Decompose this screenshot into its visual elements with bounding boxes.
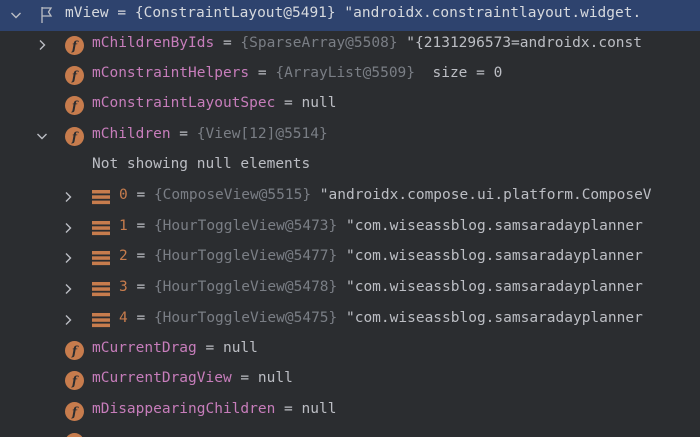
element-index: 2 <box>119 248 128 264</box>
tree-row-mview[interactable]: mView = {ConstraintLayout@5491} "android… <box>0 0 700 31</box>
row-text: mConstraintLayoutSpec = null <box>92 95 336 111</box>
chevron-right-icon[interactable] <box>60 220 76 236</box>
tree-row-mchildren[interactable]: f mChildren = {View[12]@5514} <box>0 121 700 152</box>
tree-row-mdisappearingchildren[interactable]: f mDisappearingChildren = null <box>0 396 700 427</box>
object-ref: {SparseArray@5508} <box>240 35 398 51</box>
tree-row-element-4[interactable]: 4 = {HourToggleView@5475} "com.wiseassbl… <box>0 305 700 336</box>
chevron-down-icon[interactable] <box>8 7 24 23</box>
value-string: size = 0 <box>415 65 503 81</box>
object-ref: {HourToggleView@5475} <box>153 310 338 326</box>
variable-name: mConstraintHelpers <box>92 65 250 81</box>
object-ref: {ArrayList@5509} <box>275 65 416 81</box>
array-element-icon <box>92 312 110 328</box>
array-element-icon <box>92 281 110 297</box>
variable-name: mView <box>65 5 109 21</box>
element-index: 3 <box>119 279 128 295</box>
tree-row-mconstraintlayoutspec[interactable]: f mConstraintLayoutSpec = null <box>0 90 700 121</box>
field-icon: f <box>65 36 84 55</box>
tree-row-mcurrentdragview[interactable]: f mCurrentDragView = null <box>0 365 700 396</box>
field-icon: f <box>65 341 84 360</box>
value-null: null <box>257 370 293 386</box>
value-null: null <box>222 340 258 356</box>
value-string: "androidx.compose.ui.platform.ComposeV <box>311 187 652 203</box>
variables-tree: mView = {ConstraintLayout@5491} "android… <box>0 0 700 437</box>
variable-name: mDisappearingChildren <box>92 401 276 417</box>
array-element-icon <box>92 250 110 266</box>
equals: = <box>231 370 258 386</box>
element-index: 0 <box>119 187 128 203</box>
value-string: "{2131296573=androidx.const <box>397 35 642 51</box>
object-ref: {HourToggleView@5477} <box>153 248 338 264</box>
equals: = <box>170 126 197 142</box>
row-text: 4 = {HourToggleView@5475} "com.wiseassbl… <box>119 310 643 326</box>
field-icon: f <box>65 127 84 146</box>
row-text: 3 = {HourToggleView@5478} "com.wiseassbl… <box>119 279 643 295</box>
variable-name: mCurrentDrag <box>92 340 197 356</box>
equals: = <box>108 5 135 21</box>
array-element-icon <box>92 189 110 205</box>
equals: = <box>127 310 154 326</box>
field-icon: f <box>65 402 84 421</box>
field-icon: f <box>65 96 84 115</box>
variable-name: mConstraintLayoutSpec <box>92 95 276 111</box>
equals: = <box>249 65 276 81</box>
value-string: "com.wiseassblog.samsaradayplanner <box>337 218 643 234</box>
tree-row-element-2[interactable]: 2 = {HourToggleView@5477} "com.wiseassbl… <box>0 243 700 274</box>
object-ref: {HourToggleView@5473} <box>153 218 338 234</box>
object-ref: {ConstraintLayout@5491} <box>134 5 336 21</box>
variable-name: mCurrentDragView <box>92 370 232 386</box>
value-null: null <box>301 401 337 417</box>
variable-name: mChildrenByIds <box>92 35 215 51</box>
tree-row-element-1[interactable]: 1 = {HourToggleView@5473} "com.wiseassbl… <box>0 213 700 244</box>
row-text: mView = {ConstraintLayout@5491} "android… <box>65 5 641 21</box>
variable-name: mChildren <box>92 126 171 142</box>
object-ref: {View[12]@5514} <box>196 126 328 142</box>
row-text: mChildren = {View[12]@5514} <box>92 126 328 142</box>
equals: = <box>127 279 154 295</box>
equals: = <box>275 95 302 111</box>
chevron-right-icon[interactable] <box>60 312 76 328</box>
equals: = <box>196 340 223 356</box>
element-index: 1 <box>119 218 128 234</box>
tree-row-mcurrentdrag[interactable]: f mCurrentDrag = null <box>0 335 700 366</box>
row-text: 2 = {HourToggleView@5477} "com.wiseassbl… <box>119 248 643 264</box>
not-showing-null-note: Not showing null elements <box>92 156 311 172</box>
value-string: "com.wiseassblog.samsaradayplanner <box>337 310 643 326</box>
chevron-right-icon[interactable] <box>34 37 50 53</box>
chevron-right-icon[interactable] <box>60 281 76 297</box>
tree-row-element-3[interactable]: 3 = {HourToggleView@5478} "com.wiseassbl… <box>0 274 700 305</box>
chevron-down-icon[interactable] <box>34 128 50 144</box>
flag-icon <box>39 6 55 24</box>
value-string: "com.wiseassblog.samsaradayplanner <box>337 248 643 264</box>
row-text: mDisappearingChildren = null <box>92 401 336 417</box>
equals: = <box>127 248 154 264</box>
tree-row-mconstrainthelpers[interactable]: f mConstraintHelpers = {ArrayList@5509} … <box>0 60 700 91</box>
value-null: null <box>301 95 337 111</box>
equals: = <box>127 187 154 203</box>
row-text: 1 = {HourToggleView@5473} "com.wiseassbl… <box>119 218 643 234</box>
row-text: mCurrentDrag = null <box>92 340 258 356</box>
tree-row-element-0[interactable]: 0 = {ComposeView@5515} "androidx.compose… <box>0 182 700 213</box>
tree-row-mchildrenbyids[interactable]: f mChildrenByIds = {SparseArray@5508} "{… <box>0 30 700 61</box>
tree-row-partial[interactable]: f <box>0 427 700 437</box>
equals: = <box>275 401 302 417</box>
row-text: 0 = {ComposeView@5515} "androidx.compose… <box>119 187 652 203</box>
value-string: "androidx.constraintlayout.widget. <box>335 5 642 21</box>
equals: = <box>127 218 154 234</box>
equals: = <box>214 35 241 51</box>
array-element-icon <box>92 220 110 236</box>
chevron-right-icon[interactable] <box>60 250 76 266</box>
tree-row-note: Not showing null elements <box>0 151 700 182</box>
object-ref: {ComposeView@5515} <box>153 187 312 203</box>
field-icon: f <box>65 371 84 390</box>
object-ref: {HourToggleView@5478} <box>153 279 338 295</box>
value-string: "com.wiseassblog.samsaradayplanner <box>337 279 643 295</box>
row-text: mConstraintHelpers = {ArrayList@5509} si… <box>92 65 502 81</box>
row-text: mCurrentDragView = null <box>92 370 293 386</box>
element-index: 4 <box>119 310 128 326</box>
chevron-right-icon[interactable] <box>60 189 76 205</box>
row-text: mChildrenByIds = {SparseArray@5508} "{21… <box>92 35 642 51</box>
field-icon: f <box>65 433 84 437</box>
field-icon: f <box>65 66 84 85</box>
